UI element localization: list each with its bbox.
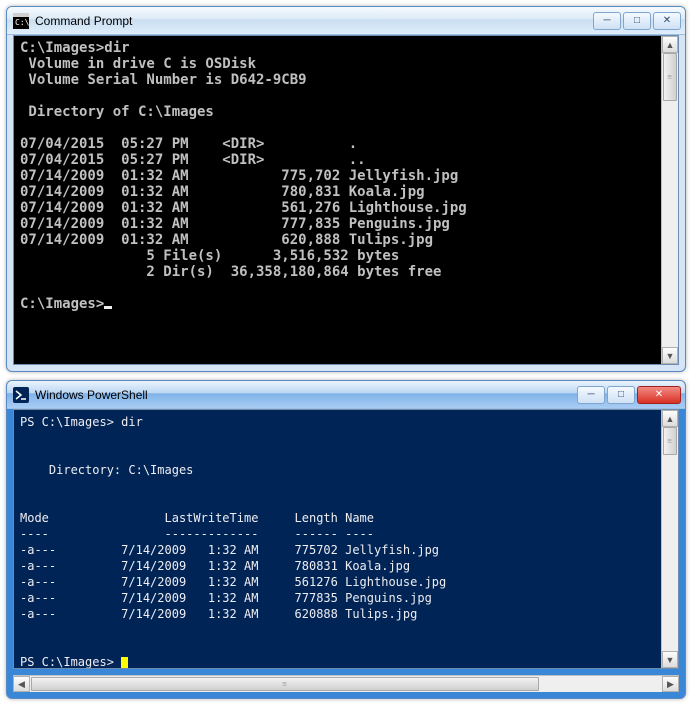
ps-horizontal-scrollbar[interactable]: ◀ ≡ ▶ [13, 675, 679, 692]
ps-title: Windows PowerShell [35, 388, 575, 402]
ps-row: -a--- 7/14/2009 1:32 AM 561276 Lighthous… [20, 575, 446, 589]
ps-row: -a--- 7/14/2009 1:32 AM 775702 Jellyfish… [20, 543, 439, 557]
ps-row: -a--- 7/14/2009 1:32 AM 777835 Penguins.… [20, 591, 432, 605]
ps-cursor [121, 657, 128, 668]
scroll-thumb[interactable]: ≡ [663, 53, 677, 101]
cmd-client-area: C:\Images>dir Volume in drive C is OSDis… [13, 35, 679, 365]
scroll-down-button[interactable]: ▼ [662, 651, 678, 668]
cmd-vertical-scrollbar[interactable]: ▲ ≡ ▼ [661, 36, 678, 364]
scroll-thumb[interactable]: ≡ [663, 427, 677, 455]
ps-header: Mode LastWriteTime Length Name [20, 511, 374, 525]
ps-row: -a--- 7/14/2009 1:32 AM 620888 Tulips.jp… [20, 607, 417, 621]
cmd-line: C:\Images>dir [20, 40, 130, 56]
cmd-titlebar[interactable]: C:\ Command Prompt ─ □ ✕ [7, 7, 685, 35]
minimize-button[interactable]: ─ [593, 12, 621, 30]
scroll-down-button[interactable]: ▼ [662, 347, 678, 364]
cmd-console[interactable]: C:\Images>dir Volume in drive C is OSDis… [14, 36, 661, 364]
ps-line: PS C:\Images> dir [20, 415, 143, 429]
cmd-row: 07/14/2009 01:32 AM 777,835 Penguins.jpg [20, 216, 450, 232]
svg-text:C:\: C:\ [15, 18, 29, 27]
ps-line: Directory: C:\Images [20, 463, 193, 477]
cmd-line: Directory of C:\Images [20, 104, 214, 120]
ps-titlebar[interactable]: Windows PowerShell ─ □ ✕ [7, 381, 685, 409]
cmd-row: 07/04/2015 05:27 PM <DIR> . [20, 136, 357, 152]
ps-console[interactable]: PS C:\Images> dir Directory: C:\Images M… [14, 410, 661, 668]
cmd-line: Volume Serial Number is D642-9CB9 [20, 72, 307, 88]
scroll-up-button[interactable]: ▲ [662, 410, 678, 427]
ps-client-area: PS C:\Images> dir Directory: C:\Images M… [13, 409, 679, 669]
scroll-right-button[interactable]: ▶ [662, 676, 679, 692]
cmd-icon: C:\ [13, 13, 29, 29]
cmd-row: 07/14/2009 01:32 AM 561,276 Lighthouse.j… [20, 200, 467, 216]
scroll-track[interactable]: ≡ [662, 427, 678, 651]
scroll-up-button[interactable]: ▲ [662, 36, 678, 53]
ps-window-controls: ─ □ ✕ [575, 386, 681, 404]
maximize-button[interactable]: □ [623, 12, 651, 30]
command-prompt-window: C:\ Command Prompt ─ □ ✕ C:\Images>dir V… [6, 6, 686, 372]
cmd-cursor [104, 306, 112, 309]
powershell-window: Windows PowerShell ─ □ ✕ PS C:\Images> d… [6, 380, 686, 699]
cmd-window-controls: ─ □ ✕ [591, 12, 681, 30]
cmd-line: 2 Dir(s) 36,358,180,864 bytes free [20, 264, 441, 280]
cmd-prompt: C:\Images> [20, 296, 104, 312]
ps-header-line: ---- ------------- ------ ---- [20, 527, 374, 541]
cmd-title: Command Prompt [35, 14, 591, 28]
maximize-button[interactable]: □ [607, 386, 635, 404]
ps-prompt: PS C:\Images> [20, 655, 121, 668]
cmd-row: 07/04/2015 05:27 PM <DIR> .. [20, 152, 366, 168]
scroll-track[interactable]: ≡ [662, 53, 678, 347]
scroll-thumb[interactable]: ≡ [31, 677, 539, 691]
cmd-row: 07/14/2009 01:32 AM 620,888 Tulips.jpg [20, 232, 433, 248]
scroll-left-button[interactable]: ◀ [13, 676, 30, 692]
cmd-line: Volume in drive C is OSDisk [20, 56, 256, 72]
close-button[interactable]: ✕ [653, 12, 681, 30]
ps-row: -a--- 7/14/2009 1:32 AM 780831 Koala.jpg [20, 559, 410, 573]
cmd-line: 5 File(s) 3,516,532 bytes [20, 248, 399, 264]
cmd-row: 07/14/2009 01:32 AM 775,702 Jellyfish.jp… [20, 168, 458, 184]
ps-vertical-scrollbar[interactable]: ▲ ≡ ▼ [661, 410, 678, 668]
minimize-button[interactable]: ─ [577, 386, 605, 404]
close-button[interactable]: ✕ [637, 386, 681, 404]
powershell-icon [13, 387, 29, 403]
cmd-row: 07/14/2009 01:32 AM 780,831 Koala.jpg [20, 184, 425, 200]
